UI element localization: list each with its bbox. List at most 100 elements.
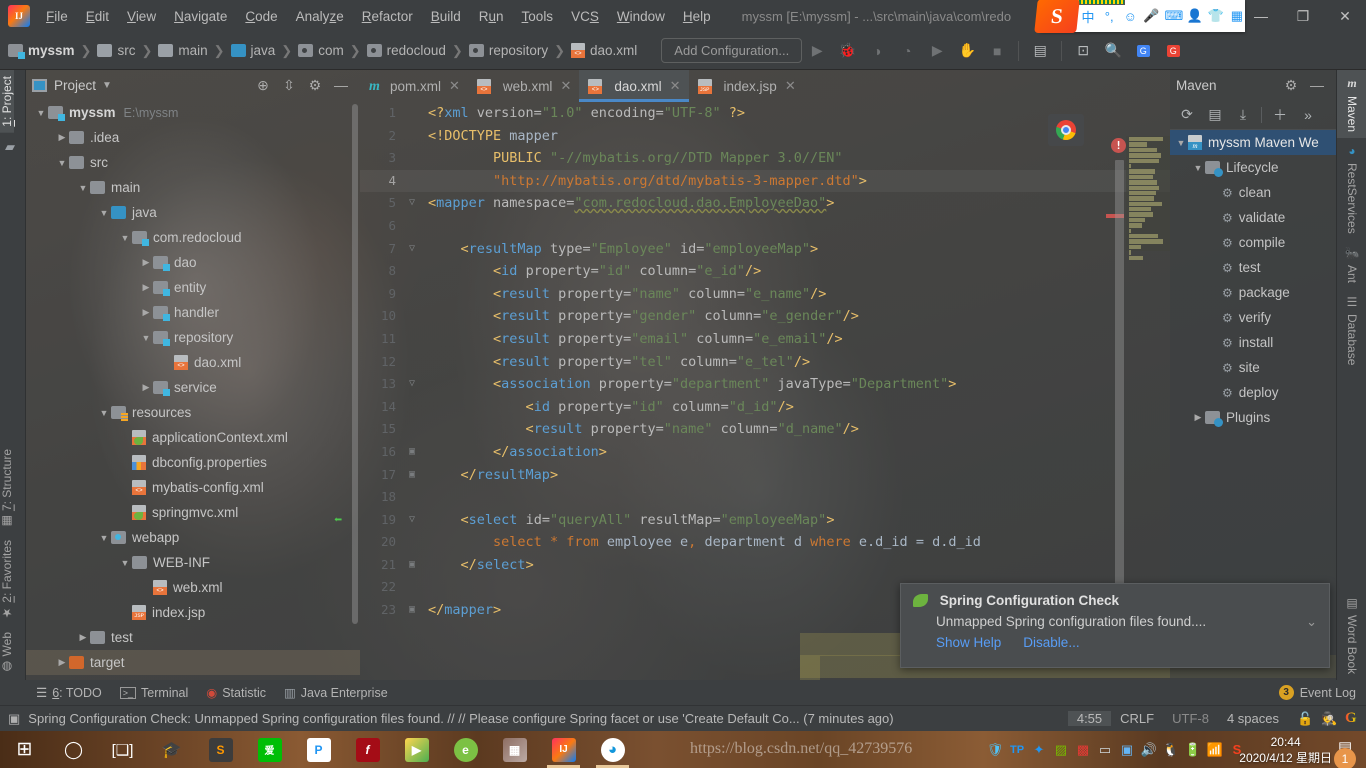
code-line[interactable]: 17 ▣ </resultMap> bbox=[360, 464, 1170, 487]
code-line[interactable]: 4 "http://mybatis.org/dtd/mybatis-3-mapp… bbox=[360, 169, 1170, 193]
encoding-indicator[interactable]: UTF-8 bbox=[1163, 711, 1218, 726]
run-button[interactable]: ▶ bbox=[802, 36, 832, 66]
breadcrumb-item-main[interactable]: main bbox=[158, 43, 208, 58]
code-line[interactable]: 9 <result property="name" column="e_name… bbox=[360, 283, 1170, 306]
collapse-all-icon[interactable]: ⇳ bbox=[276, 72, 302, 98]
profile-button[interactable]: ◔ bbox=[892, 36, 922, 66]
sublime-text-icon[interactable]: S bbox=[196, 731, 245, 768]
stop-button[interactable]: ■ bbox=[982, 36, 1012, 66]
maven-item-validate[interactable]: ⚙ validate bbox=[1170, 205, 1336, 230]
tp-icon[interactable]: TP bbox=[1006, 731, 1028, 768]
security-icon[interactable]: ▩ bbox=[1072, 731, 1094, 768]
tree-item-index-jsp[interactable]: index.jsp bbox=[26, 600, 360, 625]
code-line[interactable]: 3 PUBLIC "-//mybatis.org//DTD Mapper 3.0… bbox=[360, 147, 1170, 170]
chevron-right-icon[interactable]: ▶ bbox=[1191, 412, 1205, 423]
bluetooth-icon[interactable]: ✦ bbox=[1028, 731, 1050, 768]
tab-web-xml[interactable]: web.xml ✕ bbox=[468, 70, 579, 102]
ime-apps-icon[interactable]: ▦ bbox=[1229, 8, 1245, 24]
code-fold-toggle[interactable]: ▣ bbox=[400, 599, 424, 622]
chevron-down-icon[interactable]: ⌄ bbox=[1306, 614, 1317, 630]
window-controls[interactable]: — ❐ ✕ bbox=[1240, 0, 1366, 32]
code-text[interactable]: </select> bbox=[424, 554, 534, 577]
line-separator-indicator[interactable]: CRLF bbox=[1111, 711, 1163, 726]
menu-item-code[interactable]: Code bbox=[236, 5, 286, 28]
maven-item-plugins[interactable]: ▶ Plugins bbox=[1170, 405, 1336, 430]
battery-icon[interactable]: 🔋 bbox=[1182, 731, 1204, 768]
sidebar-item-web[interactable]: ◍ Web bbox=[0, 626, 14, 680]
run-alt-button[interactable]: ▶ bbox=[922, 36, 952, 66]
iqiyi-icon[interactable]: 爱 bbox=[245, 731, 294, 768]
hide-panel-icon[interactable]: — bbox=[1304, 72, 1330, 98]
code-text[interactable]: </resultMap> bbox=[424, 464, 559, 487]
code-text[interactable]: <association property="department" javaT… bbox=[424, 373, 956, 396]
close-icon[interactable]: ✕ bbox=[670, 78, 681, 94]
pp-video-icon[interactable]: P bbox=[294, 731, 343, 768]
tree-item-dbconfig-properties[interactable]: dbconfig.properties bbox=[26, 450, 360, 475]
tree-item-entity[interactable]: ▶ entity bbox=[26, 275, 360, 300]
breadcrumb-item-src[interactable]: src bbox=[97, 43, 135, 58]
maven-item-install[interactable]: ⚙ install bbox=[1170, 330, 1336, 355]
breadcrumb-item-dao-xml[interactable]: dao.xml bbox=[571, 43, 637, 58]
code-text[interactable]: <id property="id" column="d_id"/> bbox=[424, 396, 794, 419]
sidebar-item-structure[interactable]: ▦ 7: Structure bbox=[0, 443, 14, 534]
taskbar-clock[interactable]: 20:44 2020/4/12 星期日 bbox=[1239, 734, 1332, 766]
plus-icon[interactable]: ＋ bbox=[1267, 103, 1293, 127]
close-button[interactable]: ✕ bbox=[1324, 8, 1366, 25]
close-icon[interactable]: ✕ bbox=[449, 78, 460, 94]
project-structure-button[interactable]: ▤ bbox=[1025, 36, 1055, 66]
code-text[interactable]: "http://mybatis.org/dtd/mybatis-3-mapper… bbox=[424, 170, 867, 193]
task-view-button[interactable]: [❑] bbox=[98, 731, 147, 768]
breadcrumb-item-repository[interactable]: repository bbox=[468, 43, 548, 58]
code-line[interactable]: 16 ▣ </association> bbox=[360, 441, 1170, 464]
code-line[interactable]: 7 ▽ <resultMap type="Employee" id="employ… bbox=[360, 238, 1170, 261]
code-text[interactable]: <!DOCTYPE mapper bbox=[424, 125, 558, 148]
tree-item-src[interactable]: ▼ src bbox=[26, 150, 360, 175]
error-marker-icon[interactable]: ! bbox=[1111, 138, 1126, 153]
download-sources-icon[interactable]: ⤓ bbox=[1230, 103, 1256, 127]
cortana-search-button[interactable]: ◯ bbox=[49, 731, 98, 768]
close-icon[interactable]: ✕ bbox=[785, 78, 796, 94]
code-text[interactable]: </association> bbox=[424, 441, 607, 464]
chevron-down-icon[interactable]: ▼ bbox=[1191, 163, 1205, 173]
unlock-icon[interactable]: 🔓 bbox=[1288, 711, 1313, 727]
wps-office-icon[interactable]: 🎓 bbox=[147, 731, 196, 768]
editor-scrollbar-thumb[interactable] bbox=[1115, 160, 1124, 615]
maven-toolbar[interactable]: ⟳ ▤ ⤓ ＋ » bbox=[1170, 100, 1336, 130]
tab-pom-xml[interactable]: m pom.xml ✕ bbox=[360, 70, 468, 102]
chevron-down-icon[interactable]: ▼ bbox=[97, 408, 111, 418]
menu-item-help[interactable]: Help bbox=[674, 5, 720, 28]
ime-toolbar[interactable]: S 中 °, ☺ 🎤 ⌨ 👤 👕 ▦ bbox=[1034, 0, 1245, 33]
maven-item-clean[interactable]: ⚙ clean bbox=[1170, 180, 1336, 205]
chevron-down-icon[interactable]: ▼ bbox=[102, 80, 112, 91]
nvidia-icon[interactable]: ▨ bbox=[1050, 731, 1072, 768]
maven-item-myssm-maven-we[interactable]: ▼ myssm Maven We bbox=[1170, 130, 1336, 155]
sidebar-item-restservices[interactable]: ◕ RestServices bbox=[1337, 138, 1366, 240]
code-text[interactable]: </mapper> bbox=[424, 599, 501, 622]
code-text[interactable]: <result property="tel" column="e_tel"/> bbox=[424, 351, 810, 374]
tree-item-dao[interactable]: ▶ dao bbox=[26, 250, 360, 275]
code-line[interactable]: 21 ▣ </select> bbox=[360, 554, 1170, 577]
chevron-right-icon[interactable]: ▶ bbox=[139, 307, 153, 318]
flash-player-icon[interactable]: f bbox=[343, 731, 392, 768]
ime-mic-icon[interactable]: 🎤 bbox=[1143, 8, 1159, 24]
menu-item-tools[interactable]: Tools bbox=[513, 5, 563, 28]
bottom-item-java-enterprise[interactable]: ▥ Java Enterprise bbox=[284, 685, 388, 701]
ime-keyboard-icon[interactable]: ⌨ bbox=[1165, 8, 1184, 24]
code-text[interactable]: <result property="gender" column="e_gend… bbox=[424, 305, 859, 328]
code-text[interactable]: <id property="id" column="e_id"/> bbox=[424, 260, 761, 283]
chevron-right-icon[interactable]: ▶ bbox=[76, 632, 90, 643]
tree-item-handler[interactable]: ▶ handler bbox=[26, 300, 360, 325]
tab-dao-xml[interactable]: dao.xml ✕ bbox=[579, 70, 689, 102]
code-line[interactable]: 19 ▽ ⬅ <select id="queryAll" resultMap="em… bbox=[334, 509, 1170, 532]
code-line[interactable]: 6 bbox=[360, 215, 1170, 238]
add-configuration-button[interactable]: Add Configuration... bbox=[661, 38, 803, 63]
code-line[interactable]: 10 <result property="gender" column="e_g… bbox=[360, 305, 1170, 328]
refresh-icon[interactable]: ⟳ bbox=[1174, 103, 1200, 127]
menu-item-build[interactable]: Build bbox=[422, 5, 470, 28]
minimize-button[interactable]: — bbox=[1240, 8, 1282, 24]
sidebar-item-word-book[interactable]: ▤ Word Book bbox=[1337, 590, 1366, 680]
tree-item-com-redocloud[interactable]: ▼ com.redocloud bbox=[26, 225, 360, 250]
tree-item-webapp[interactable]: ▼ webapp bbox=[26, 525, 360, 550]
menu-bar[interactable]: File Edit View Navigate Code Analyze Ref… bbox=[37, 5, 720, 28]
bottom-item-terminal[interactable]: >_ Terminal bbox=[119, 686, 188, 700]
